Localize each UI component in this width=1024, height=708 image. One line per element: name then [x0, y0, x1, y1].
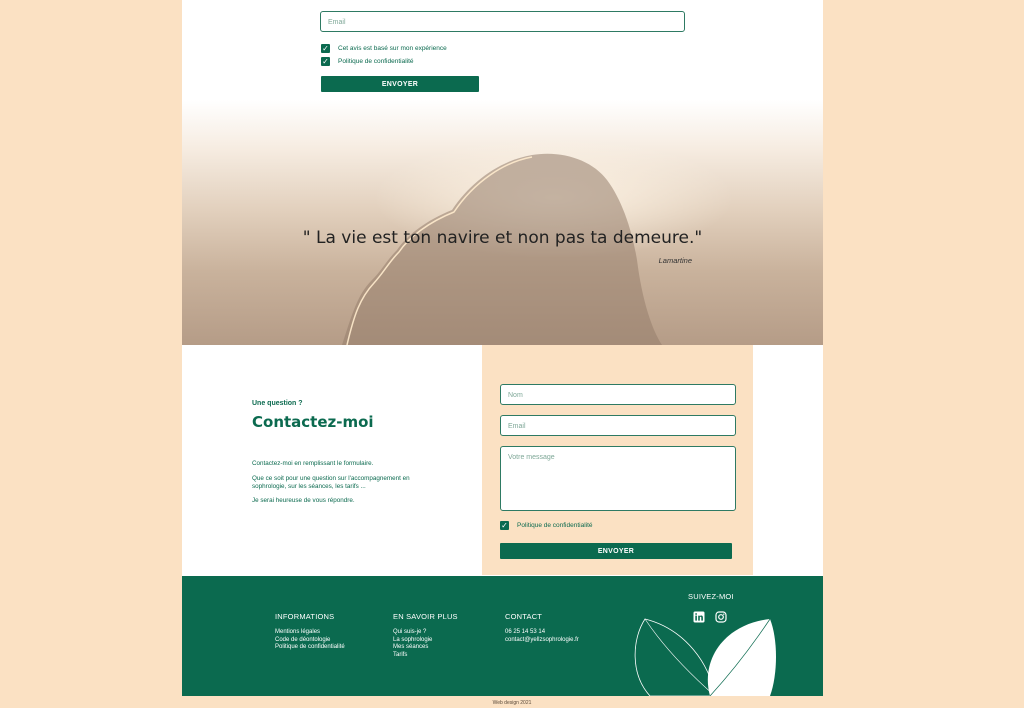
follow-heading: SUIVEZ-MOI — [688, 592, 734, 601]
contact-eyebrow: Une question ? — [252, 400, 303, 407]
review-email-placeholder: Email — [328, 19, 346, 26]
review-submit-label: ENVOYER — [381, 80, 419, 88]
contact-email-placeholder: Email — [508, 423, 526, 430]
review-submit-button[interactable]: ENVOYER — [321, 76, 479, 92]
footer-contact-title: CONTACT — [505, 612, 543, 621]
hero-quote: " La vie est ton navire et non pas ta de… — [302, 228, 703, 248]
contact-name-field[interactable]: Nom — [500, 384, 736, 405]
leaf-decoration — [634, 618, 776, 696]
footer-link[interactable]: Qui suis-je ? — [393, 629, 458, 637]
hero-banner: " La vie est ton navire et non pas ta de… — [182, 100, 823, 345]
contact-privacy-checkbox[interactable]: ✓ — [500, 521, 509, 530]
footer: INFORMATIONS Mentions légales Code de dé… — [182, 576, 823, 696]
review-privacy-checkbox[interactable]: ✓ — [321, 57, 330, 66]
contact-message-placeholder: Votre message — [508, 454, 555, 461]
footer-link[interactable]: Mentions légales — [275, 629, 345, 637]
footer-en-savoir-plus-title: EN SAVOIR PLUS — [393, 612, 458, 621]
linkedin-icon[interactable] — [693, 611, 705, 623]
contact-intro: Une question ? Contactez-moi — [252, 400, 442, 431]
contact-submit-button[interactable]: ENVOYER — [500, 543, 732, 559]
contact-privacy-checkbox-row[interactable]: ✓ Politique de confidentialité — [500, 521, 593, 530]
footer-email[interactable]: contact@yellzsophrologie.fr — [505, 637, 579, 645]
contact-email-field[interactable]: Email — [500, 415, 736, 436]
footer-contact: CONTACT 06 25 14 53 14 contact@yellzsoph… — [505, 612, 579, 644]
instagram-icon[interactable] — [715, 611, 727, 623]
contact-form-panel: Nom Email Votre message ✓ Politique de c… — [482, 345, 753, 575]
page-container: Email ✓ Cet avis est basé sur mon expéri… — [182, 0, 823, 696]
contact-name-placeholder: Nom — [508, 392, 523, 399]
footer-link[interactable]: La sophrologie — [393, 637, 458, 645]
contact-message-field[interactable]: Votre message — [500, 446, 736, 511]
experience-checkbox[interactable]: ✓ — [321, 44, 330, 53]
footer-link[interactable]: Tarifs — [393, 652, 458, 660]
footer-phone[interactable]: 06 25 14 53 14 — [505, 629, 579, 637]
footer-en-savoir-plus: EN SAVOIR PLUS Qui suis-je ? La sophrolo… — [393, 612, 458, 659]
contact-para-3: Je serai heureuse de vous répondre. — [252, 497, 355, 504]
review-privacy-checkbox-label: Politique de confidentialité — [338, 58, 414, 65]
contact-title: Contactez-moi — [252, 413, 374, 431]
review-privacy-checkbox-row[interactable]: ✓ Politique de confidentialité — [321, 57, 414, 66]
web-design-credit: Web design 2021 — [492, 700, 532, 706]
footer-informations: INFORMATIONS Mentions légales Code de dé… — [275, 612, 345, 652]
experience-checkbox-label: Cet avis est basé sur mon expérience — [338, 45, 447, 52]
contact-para-1: Contactez-moi en remplissant le formulai… — [252, 460, 374, 467]
hero-quote-author: Lamartine — [658, 256, 692, 265]
footer-informations-title: INFORMATIONS — [275, 612, 335, 621]
contact-submit-label: ENVOYER — [597, 547, 635, 555]
footer-link[interactable]: Mes séances — [393, 644, 458, 652]
contact-privacy-label: Politique de confidentialité — [517, 522, 593, 529]
hero-silhouette-image — [342, 153, 662, 345]
review-email-field[interactable]: Email — [320, 11, 685, 32]
footer-link[interactable]: Politique de confidentialité — [275, 644, 345, 652]
contact-para-2: Que ce soit pour une question sur l'acco… — [252, 475, 410, 490]
experience-checkbox-row[interactable]: ✓ Cet avis est basé sur mon expérience — [321, 44, 447, 53]
footer-link[interactable]: Code de déontologie — [275, 637, 345, 645]
